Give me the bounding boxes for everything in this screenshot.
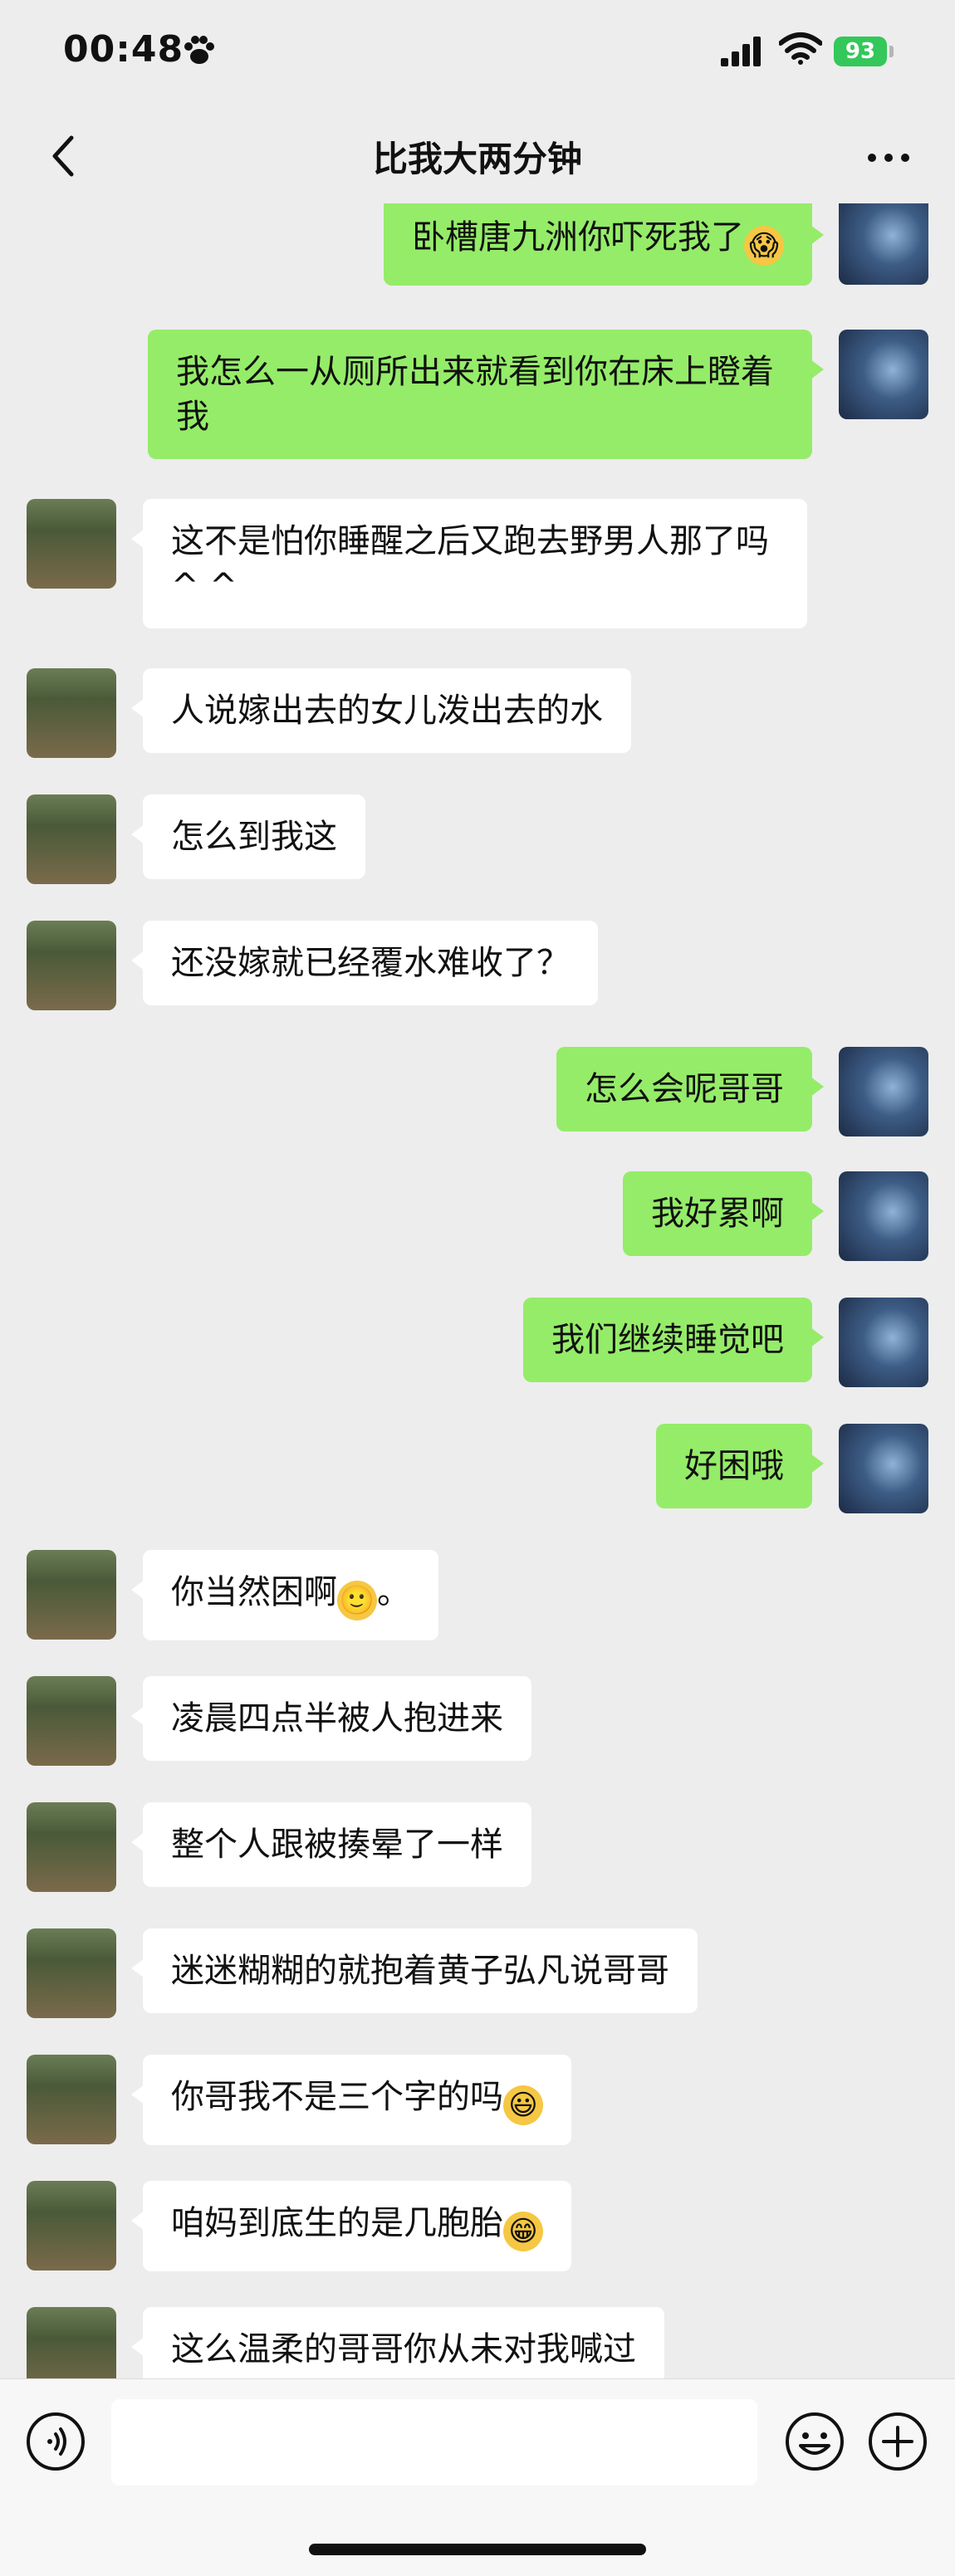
contact-avatar[interactable]: [27, 1676, 116, 1766]
message-text: 我们继续睡觉吧: [551, 1321, 784, 1359]
emoji-icon: 😱: [744, 226, 784, 266]
my-avatar[interactable]: [839, 1298, 928, 1387]
message-text: 你当然困啊: [171, 1573, 337, 1611]
received-message-bubble[interactable]: 你当然困啊🙂。: [131, 1550, 438, 1640]
received-message-bubble[interactable]: 咱妈到底生的是几胞胎 😁: [131, 2181, 571, 2271]
received-message-bubble[interactable]: 你哥我不是三个字的吗 😃: [131, 2055, 571, 2145]
message-text: 好困哦: [684, 1447, 784, 1485]
sent-message-bubble[interactable]: 我们继续睡觉吧: [523, 1298, 824, 1382]
sent-message-bubble[interactable]: 我好累啊: [623, 1171, 824, 1256]
more-icon[interactable]: [864, 141, 913, 174]
received-message-bubble[interactable]: 迷迷糊糊的就抱着黄子弘凡说哥哥: [131, 1928, 698, 2013]
contact-avatar[interactable]: [27, 499, 116, 589]
signal-icon: [721, 37, 761, 66]
input-bar: [0, 2378, 955, 2576]
emoji-icon: 😁: [503, 2212, 543, 2251]
sent-message-bubble[interactable]: 怎么会呢哥哥: [556, 1047, 824, 1132]
message-suffix: 。: [377, 1573, 410, 1611]
battery-tip: [889, 46, 894, 57]
home-indicator: [309, 2544, 646, 2555]
contact-avatar[interactable]: [27, 921, 116, 1010]
battery-indicator: 93: [834, 37, 887, 66]
message-text: 凌晨四点半被人抱进来: [171, 1699, 503, 1738]
message-text: 你哥我不是三个字的吗: [171, 2078, 503, 2116]
received-message-bubble[interactable]: 整个人跟被揍晕了一样: [131, 1802, 531, 1887]
status-time: 00:48: [63, 28, 184, 71]
received-message-bubble[interactable]: 怎么到我这: [131, 794, 365, 879]
message-text: 怎么到我这: [171, 818, 337, 856]
my-avatar[interactable]: [839, 1047, 928, 1136]
emoji-icon[interactable]: [784, 2411, 845, 2472]
wifi-icon: [779, 32, 822, 65]
paw-icon: [184, 36, 214, 64]
contact-avatar[interactable]: [27, 2307, 116, 2378]
message-text: 我怎么一从厕所出来就看到你在床上瞪着我: [176, 353, 774, 436]
message-text: 怎么会呢哥哥: [585, 1070, 784, 1108]
nav-bar: 比我大两分钟: [0, 108, 955, 203]
received-message-bubble[interactable]: 这不是怕你睡醒之后又跑去野男人那了吗^ ^: [131, 499, 807, 628]
sent-message-bubble[interactable]: 卧槽唐九洲你吓死我了 😱: [384, 203, 824, 286]
message-text: 咱妈到底生的是几胞胎: [171, 2204, 503, 2242]
message-text: 迷迷糊糊的就抱着黄子弘凡说哥哥: [171, 1952, 669, 1990]
contact-avatar[interactable]: [27, 1550, 116, 1640]
received-message-bubble[interactable]: 这么温柔的哥哥你从未对我喊过: [131, 2307, 664, 2378]
contact-avatar[interactable]: [27, 1928, 116, 2018]
received-message-bubble[interactable]: 凌晨四点半被人抱进来: [131, 1676, 531, 1761]
my-avatar[interactable]: [839, 203, 928, 285]
contact-avatar[interactable]: [27, 2181, 116, 2270]
message-text: 整个人跟被揍晕了一样: [171, 1826, 503, 1864]
my-avatar[interactable]: [839, 1171, 928, 1261]
received-message-bubble[interactable]: 人说嫁出去的女儿泼出去的水: [131, 668, 631, 753]
chat-title: 比我大两分钟: [372, 139, 582, 179]
emoji-icon: 😃: [503, 2085, 543, 2125]
contact-avatar[interactable]: [27, 2055, 116, 2144]
message-text: 这不是怕你睡醒之后又跑去野男人那了吗^ ^: [171, 522, 769, 605]
status-bar: 00:48 93: [0, 0, 955, 108]
contact-avatar[interactable]: [27, 1802, 116, 1892]
sent-message-bubble[interactable]: 好困哦: [656, 1424, 824, 1508]
message-text: 这么温柔的哥哥你从未对我喊过: [171, 2330, 636, 2368]
sent-message-bubble[interactable]: 我怎么一从厕所出来就看到你在床上瞪着我: [148, 330, 824, 459]
received-message-bubble[interactable]: 还没嫁就已经覆水难收了？: [131, 921, 598, 1005]
message-text: 人说嫁出去的女儿泼出去的水: [171, 692, 603, 730]
message-text: 卧槽唐九洲你吓死我了: [412, 218, 744, 257]
contact-avatar[interactable]: [27, 668, 116, 758]
message-text: 还没嫁就已经覆水难收了？: [171, 944, 570, 982]
my-avatar[interactable]: [839, 1424, 928, 1513]
my-avatar[interactable]: [839, 330, 928, 419]
message-text: 我好累啊: [651, 1195, 784, 1233]
chat-message-list[interactable]: 卧槽唐九洲你吓死我了 😱 我怎么一从厕所出来就看到你在床上瞪着我这不是怕你睡醒之后又…: [0, 203, 955, 2378]
battery-level: 93: [845, 39, 876, 64]
voice-icon[interactable]: [25, 2411, 86, 2472]
emoji-icon: 🙂: [337, 1581, 377, 1620]
contact-avatar[interactable]: [27, 794, 116, 884]
message-input[interactable]: [111, 2399, 757, 2486]
plus-icon[interactable]: [867, 2411, 928, 2472]
